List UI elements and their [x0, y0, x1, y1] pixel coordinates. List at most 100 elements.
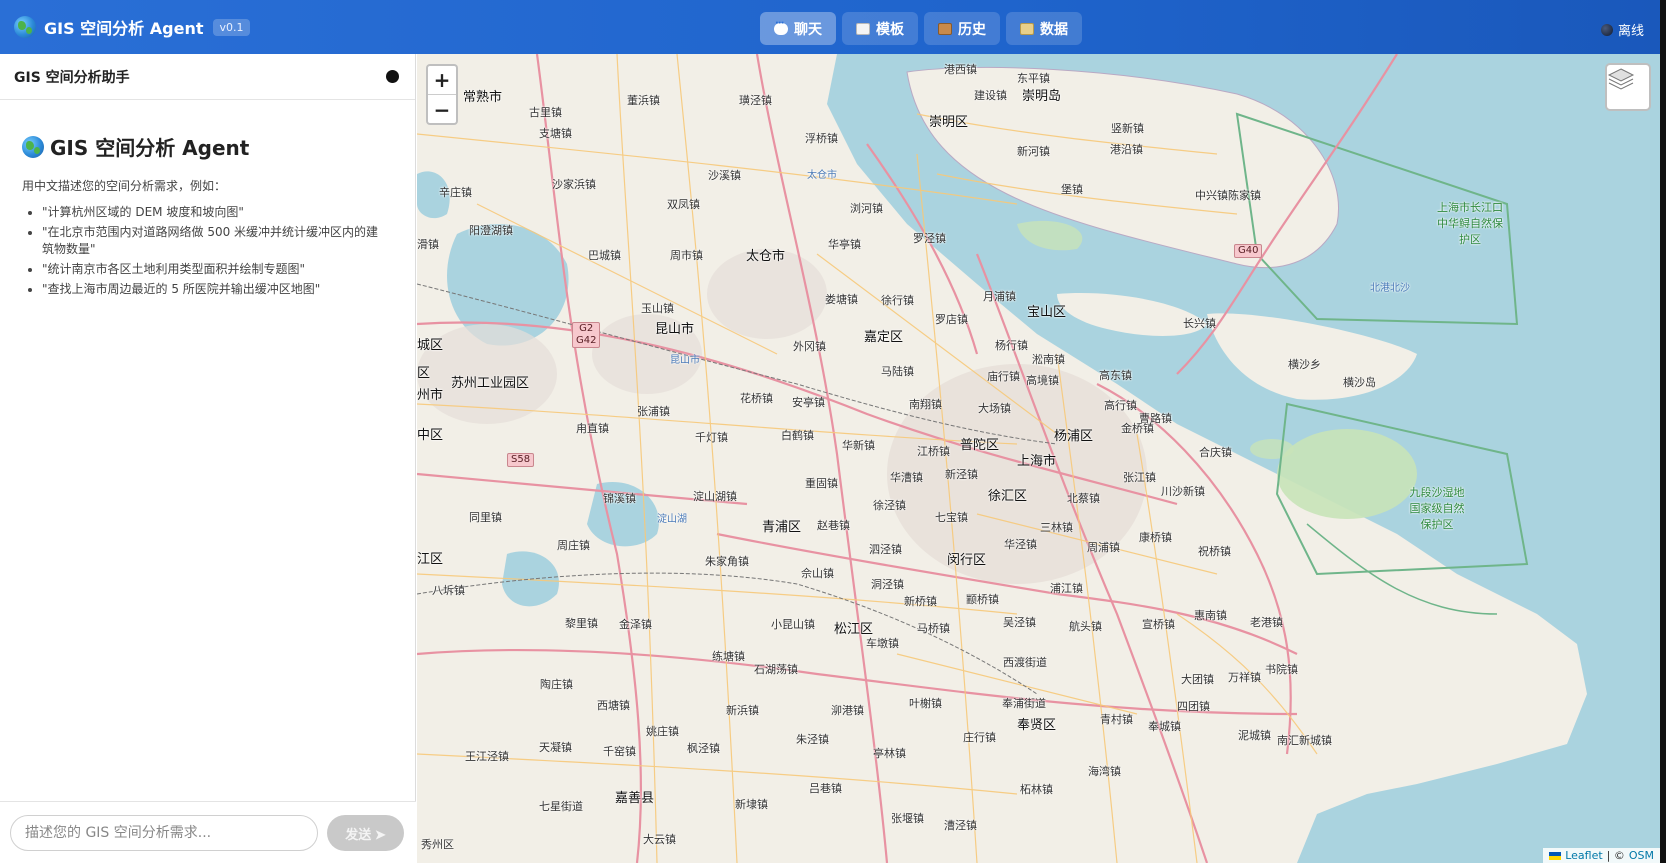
map-label: 华漕镇	[890, 471, 923, 484]
example-item: "在北京市范围内对道路网络做 500 米缓冲并统计缓冲区内的建筑物数量"	[42, 224, 393, 258]
map-label: 江区	[417, 552, 444, 567]
map-label: 杨行镇	[995, 339, 1028, 352]
map-label: 东平镇	[1017, 72, 1050, 85]
map-label: 重固镇	[805, 477, 838, 490]
layers-button[interactable]	[1605, 63, 1651, 111]
app-window: GIS 空间分析 Agent v0.1 聊天 模板 历史 数据 离线	[0, 0, 1660, 863]
map-label: 竖新镇	[1111, 122, 1144, 135]
map-label: 周庄镇	[557, 539, 590, 552]
map-label: 外冈镇	[793, 340, 826, 353]
tab-history[interactable]: 历史	[924, 12, 1000, 45]
map-label: 玉山镇	[641, 302, 674, 315]
map-label: 三林镇	[1040, 521, 1073, 534]
chat-input[interactable]	[10, 815, 318, 851]
welcome-title: GIS 空间分析 Agent	[50, 136, 250, 160]
map-label: 王江泾镇	[465, 750, 509, 763]
map-label: 支塘镇	[539, 127, 572, 140]
map-label: 姚庄镇	[646, 725, 679, 738]
map-label: 洞泾镇	[871, 578, 904, 591]
map-label: 大场镇	[978, 402, 1011, 415]
map-label: 崇明岛	[1022, 89, 1062, 104]
globe-icon	[14, 16, 36, 38]
map-label: 浦江镇	[1050, 582, 1083, 595]
map-label: 宣桥镇	[1142, 618, 1175, 631]
map-label: 横沙乡	[1288, 358, 1321, 371]
map-label: 沙家浜镇	[552, 178, 596, 191]
map-label: 高行镇	[1104, 399, 1137, 412]
app-title: GIS 空间分析 Agent	[44, 19, 204, 38]
map-label: 西渡街道	[1003, 656, 1047, 669]
map-label: 徐泾镇	[873, 499, 906, 512]
map-label: 新浜镇	[726, 704, 759, 717]
map-label: 沙溪镇	[708, 169, 741, 182]
map-label: 车墩镇	[866, 637, 899, 650]
input-bar: 发送 ➤	[0, 801, 416, 863]
map-label: 罗泾镇	[913, 232, 946, 245]
map-label: 横沙岛	[1343, 376, 1376, 389]
welcome-heading: GIS 空间分析 Agent	[22, 132, 393, 161]
map-label: 区	[417, 366, 431, 381]
tab-templates[interactable]: 模板	[842, 12, 918, 45]
map-label: 陈家镇	[1228, 189, 1261, 202]
map-attribution: Leaflet | © OSM	[1543, 848, 1660, 863]
map-label: 安亭镇	[792, 396, 825, 409]
map-label: 佘山镇	[801, 567, 834, 580]
map-label: 庙行镇	[987, 370, 1020, 383]
connection-status: 离线	[1600, 20, 1644, 39]
route-shield: S58	[507, 453, 535, 467]
lake-label: 淀山湖	[657, 514, 687, 525]
map-label: 杨浦区	[1054, 429, 1094, 444]
map-label: 中区	[417, 428, 444, 443]
map-label: 新河镇	[1017, 145, 1050, 158]
map-label: 枫泾镇	[687, 742, 720, 755]
map-label: 董浜镇	[627, 94, 660, 107]
folder-icon	[1020, 22, 1034, 35]
map-label: 甪直镇	[576, 422, 609, 435]
send-button[interactable]: 发送 ➤	[327, 815, 404, 851]
leaflet-link[interactable]: Leaflet	[1565, 849, 1602, 862]
map-label: 川沙新镇	[1161, 485, 1205, 498]
map-label: 小昆山镇	[771, 618, 815, 631]
tab-data-label: 数据	[1040, 21, 1068, 38]
osm-link[interactable]: OSM	[1629, 849, 1654, 862]
attribution-separator: | ©	[1606, 849, 1625, 862]
map-label: 高境镇	[1026, 374, 1059, 387]
panel-title: GIS 空间分析助手	[14, 69, 130, 86]
map-label: 马陆镇	[881, 365, 914, 378]
map-label: 天凝镇	[539, 741, 572, 754]
map-label: 马桥镇	[917, 622, 950, 635]
map-label: 嘉定区	[864, 330, 904, 345]
map-label: 徐汇区	[988, 489, 1028, 504]
map-label: 祝桥镇	[1198, 545, 1231, 558]
map-label: 浏河镇	[850, 202, 883, 215]
map-label: 庄行镇	[963, 731, 996, 744]
river-label: 北港北沙	[1370, 283, 1410, 294]
map-label: 吴泾镇	[1003, 616, 1036, 629]
map-label: 白鹤镇	[781, 429, 814, 442]
map-label: 辛庄镇	[439, 186, 472, 199]
chat-icon	[774, 18, 788, 35]
map-label: 石湖荡镇	[754, 663, 798, 676]
map-label: 合庆镇	[1199, 446, 1232, 459]
tab-chat[interactable]: 聊天	[760, 12, 836, 45]
map-label: 叶榭镇	[909, 697, 942, 710]
map-label: 张浦镇	[637, 405, 670, 418]
map-label: 泥城镇	[1238, 729, 1271, 742]
map-label: 大团镇	[1181, 673, 1214, 686]
window-edge	[1660, 0, 1666, 863]
map-label: 张江镇	[1123, 471, 1156, 484]
tab-data[interactable]: 数据	[1006, 12, 1082, 45]
map-label: 千窑镇	[603, 745, 636, 758]
clipboard-icon	[856, 22, 870, 35]
map-label: 浮桥镇	[805, 132, 838, 145]
map-label: 八坼镇	[432, 584, 465, 597]
map-label: 千灯镇	[695, 431, 728, 444]
tab-chat-label: 聊天	[794, 21, 822, 38]
map-label: 巴城镇	[588, 249, 621, 262]
globe-icon	[22, 135, 44, 158]
map-label: 太仓市	[746, 249, 786, 264]
zoom-in-button[interactable]: +	[428, 66, 456, 95]
map-view[interactable]: 常熟市 古里镇 董浜镇 璜泾镇 港西镇 东平镇 崇明岛 崇明区 建设镇 竖新镇 …	[417, 54, 1660, 863]
zoom-out-button[interactable]: −	[428, 95, 456, 123]
map-label: 新埭镇	[735, 798, 768, 811]
